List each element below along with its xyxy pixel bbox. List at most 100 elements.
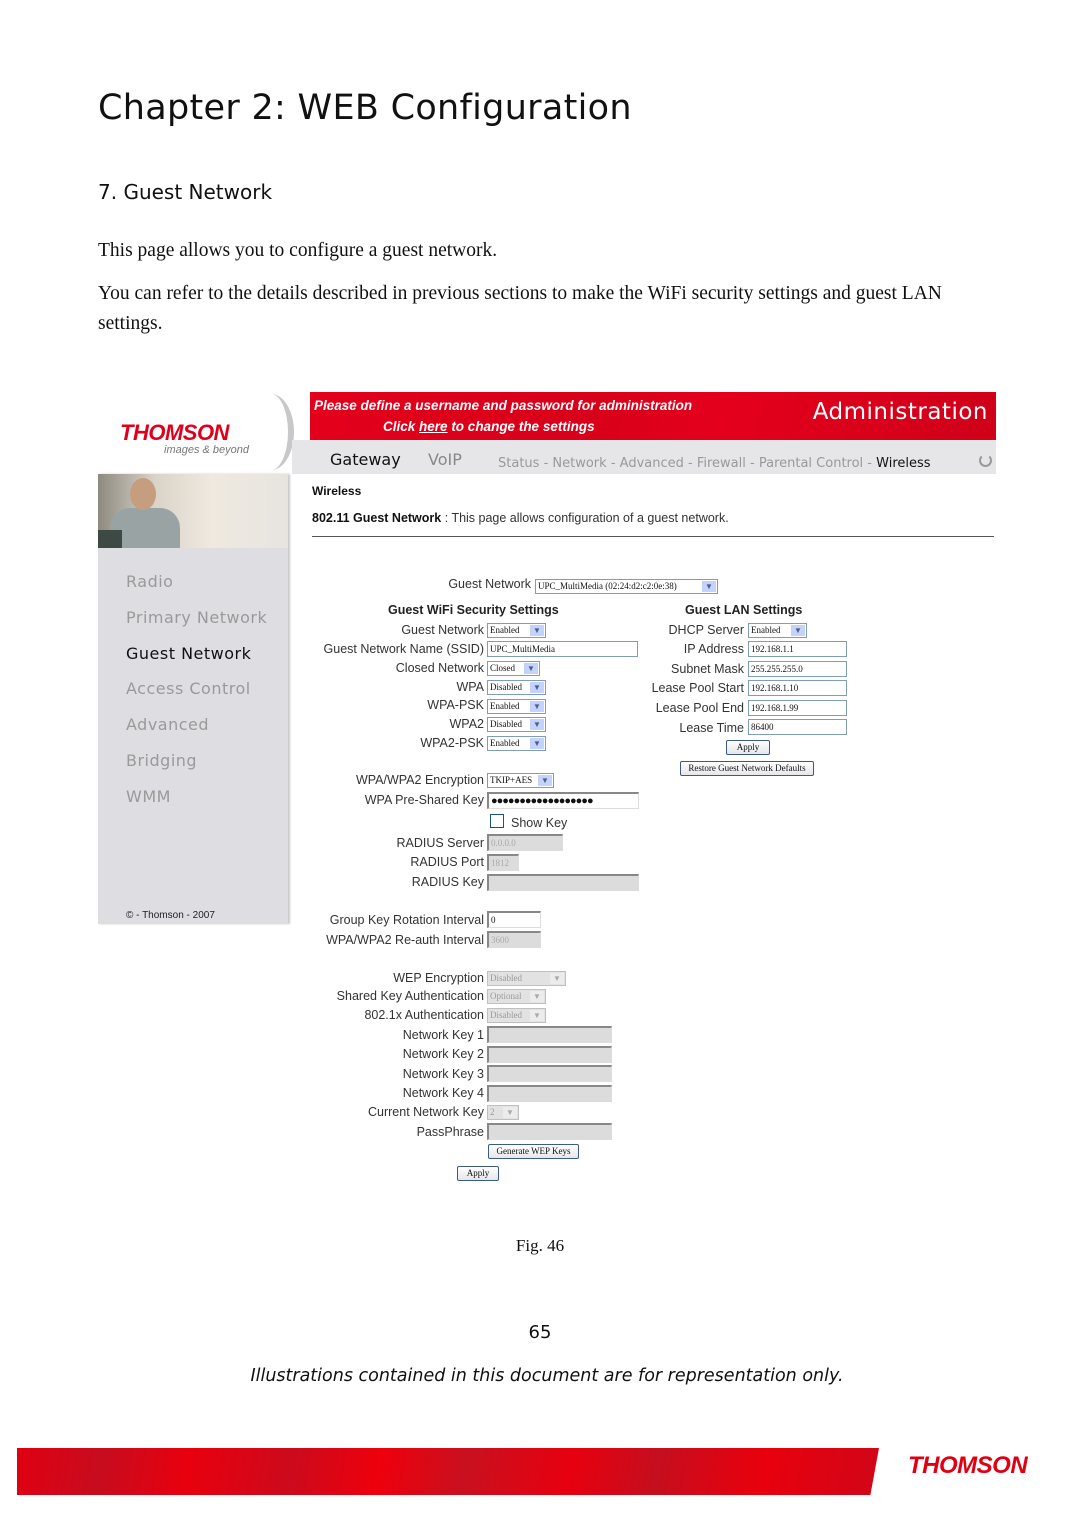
wpa2-select[interactable]: Disabled ▼ — [487, 717, 546, 732]
passphrase-input[interactable] — [487, 1123, 612, 1140]
psk-input[interactable]: ●●●●●●●●●●●●●●●●●● — [487, 792, 639, 809]
sidebar-item-radio[interactable]: Radio — [126, 572, 173, 591]
here-link[interactable]: here — [419, 419, 448, 434]
radius-key-label: RADIUS Key — [411, 875, 484, 889]
generate-wep-keys-button[interactable]: Generate WEP Keys — [488, 1144, 579, 1159]
nav-firewall[interactable]: Firewall — [697, 456, 746, 471]
sidebar-item-wmm[interactable]: WMM — [126, 787, 171, 806]
guest-network-enable-select[interactable]: Enabled ▼ — [487, 623, 546, 638]
loading-icon — [979, 454, 992, 467]
wpa2-psk-select[interactable]: Enabled ▼ — [487, 736, 546, 751]
sidebar-item-primary-network[interactable]: Primary Network — [126, 608, 267, 627]
sidebar-item-access-control[interactable]: Access Control — [126, 679, 251, 698]
ssid-input[interactable]: UPC_MultiMedia — [487, 641, 638, 657]
network-key4-input[interactable] — [487, 1085, 612, 1102]
current-key-select[interactable]: 2 ▼ — [487, 1105, 519, 1120]
banner-prefix: Click — [383, 419, 420, 434]
wep-encryption-label: WEP Encryption — [393, 971, 484, 985]
radius-key-input[interactable] — [487, 874, 639, 891]
restore-defaults-button[interactable]: Restore Guest Network Defaults — [680, 761, 814, 776]
shared-key-auth-select[interactable]: Optional ▼ — [487, 989, 546, 1004]
encryption-label: WPA/WPA2 Encryption — [355, 773, 484, 787]
guest-network-select[interactable]: UPC_MultiMedia (02:24:d2:c2:0e:38) ▼ — [535, 579, 718, 594]
closed-network-select[interactable]: Closed ▼ — [487, 661, 540, 676]
select-value: 2 — [490, 1107, 495, 1117]
select-value: Optional — [490, 991, 522, 1001]
guest-network-select-value: UPC_MultiMedia (02:24:d2:c2:0e:38) — [538, 581, 677, 591]
dot1x-auth-label: 802.1x Authentication — [364, 1008, 484, 1022]
guest-network-label: Guest Network — [401, 623, 484, 637]
nav-status[interactable]: Status — [498, 456, 539, 471]
page-description: This page allows configuration of a gues… — [451, 511, 729, 525]
group-key-interval-input[interactable]: 0 — [487, 911, 541, 928]
lease-start-input[interactable]: 192.168.1.10 — [748, 680, 847, 696]
radius-server-input[interactable]: 0.0.0.0 — [487, 834, 563, 851]
network-key2-label: Network Key 2 — [402, 1047, 484, 1061]
sidebar-item-guest-network[interactable]: Guest Network — [126, 644, 251, 663]
wpa-psk-select[interactable]: Enabled ▼ — [487, 699, 546, 714]
lease-end-input[interactable]: 192.168.1.99 — [748, 700, 847, 716]
network-key2-input[interactable] — [487, 1046, 612, 1063]
ip-address-input[interactable]: 192.168.1.1 — [748, 641, 847, 657]
group-key-interval-label: Group Key Rotation Interval — [329, 913, 484, 927]
sidebar-item-advanced[interactable]: Advanced — [126, 715, 209, 734]
administration-title: Administration — [812, 399, 988, 425]
select-value: Enabled — [490, 738, 520, 748]
guest-network-select-label: Guest Network — [448, 577, 531, 591]
chevron-down-icon: ▼ — [503, 1107, 517, 1118]
show-key-checkbox[interactable] — [490, 814, 504, 828]
nav-advanced[interactable]: Advanced — [620, 456, 684, 471]
sidebar: Radio Primary Network Guest Network Acce… — [98, 474, 288, 924]
thomson-logo: THOMSON — [120, 420, 229, 445]
dot1x-auth-select[interactable]: Disabled ▼ — [487, 1008, 546, 1023]
logo-area: THOMSON images & beyond — [98, 392, 308, 472]
nav-voip[interactable]: VoIP — [428, 450, 462, 469]
select-value: Disabled — [490, 1010, 522, 1020]
select-value: Disabled — [490, 973, 522, 983]
lease-time-input[interactable]: 86400 — [748, 719, 847, 735]
passphrase-label: PassPhrase — [416, 1125, 484, 1139]
lan-apply-button[interactable]: Apply — [726, 740, 770, 755]
router-screenshot: THOMSON images & beyond Please define a … — [98, 392, 996, 1192]
network-key3-input[interactable] — [487, 1065, 612, 1082]
chevron-down-icon: ▼ — [530, 701, 544, 712]
nav-gateway[interactable]: Gateway — [330, 450, 401, 469]
chevron-down-icon: ▼ — [530, 719, 544, 730]
encryption-select[interactable]: TKIP+AES ▼ — [487, 773, 554, 788]
lease-time-label: Lease Time — [679, 721, 744, 735]
radius-port-input[interactable]: 1812 — [487, 854, 519, 871]
wpa2-psk-label: WPA2-PSK — [420, 736, 484, 750]
wpa-psk-label: WPA-PSK — [427, 698, 484, 712]
network-key1-input[interactable] — [487, 1026, 612, 1043]
wpa-select[interactable]: Disabled ▼ — [487, 680, 546, 695]
security-apply-button[interactable]: Apply — [457, 1166, 499, 1181]
sidebar-item-bridging[interactable]: Bridging — [126, 751, 197, 770]
select-value: Disabled — [490, 682, 522, 692]
nav-wireless[interactable]: Wireless — [876, 456, 930, 471]
dhcp-server-select[interactable]: Enabled ▼ — [748, 623, 807, 638]
nav-sep: - — [863, 456, 877, 471]
secondary-nav: Status - Network - Advanced - Firewall -… — [498, 456, 931, 471]
logo-swoosh-icon — [248, 394, 294, 470]
admin-banner: Please define a username and password fo… — [310, 392, 996, 440]
subnet-mask-input[interactable]: 255.255.255.0 — [748, 661, 847, 677]
select-value: Enabled — [490, 625, 520, 635]
footer-thomson-logo: THOMSON — [908, 1452, 1028, 1479]
footer-red-band — [17, 1448, 879, 1495]
nav-network[interactable]: Network — [552, 456, 606, 471]
chevron-down-icon: ▼ — [530, 625, 544, 636]
page-number: 65 — [528, 1322, 552, 1343]
chevron-down-icon: ▼ — [530, 738, 544, 749]
nav-sep: - — [745, 456, 759, 471]
reauth-interval-input[interactable]: 3600 — [487, 931, 541, 948]
wep-encryption-select[interactable]: Disabled ▼ — [487, 971, 566, 986]
chevron-down-icon: ▼ — [530, 1010, 544, 1021]
section-title: 7. Guest Network — [98, 180, 273, 204]
logo-tagline: images & beyond — [164, 444, 249, 456]
nav-sep: - — [683, 456, 697, 471]
nav-parental-control[interactable]: Parental Control — [759, 456, 863, 471]
chapter-title: Chapter 2: WEB Configuration — [98, 88, 632, 128]
banner-message: Please define a username and password fo… — [314, 398, 693, 413]
breadcrumb: Wireless — [312, 484, 362, 498]
chevron-down-icon: ▼ — [702, 581, 716, 592]
